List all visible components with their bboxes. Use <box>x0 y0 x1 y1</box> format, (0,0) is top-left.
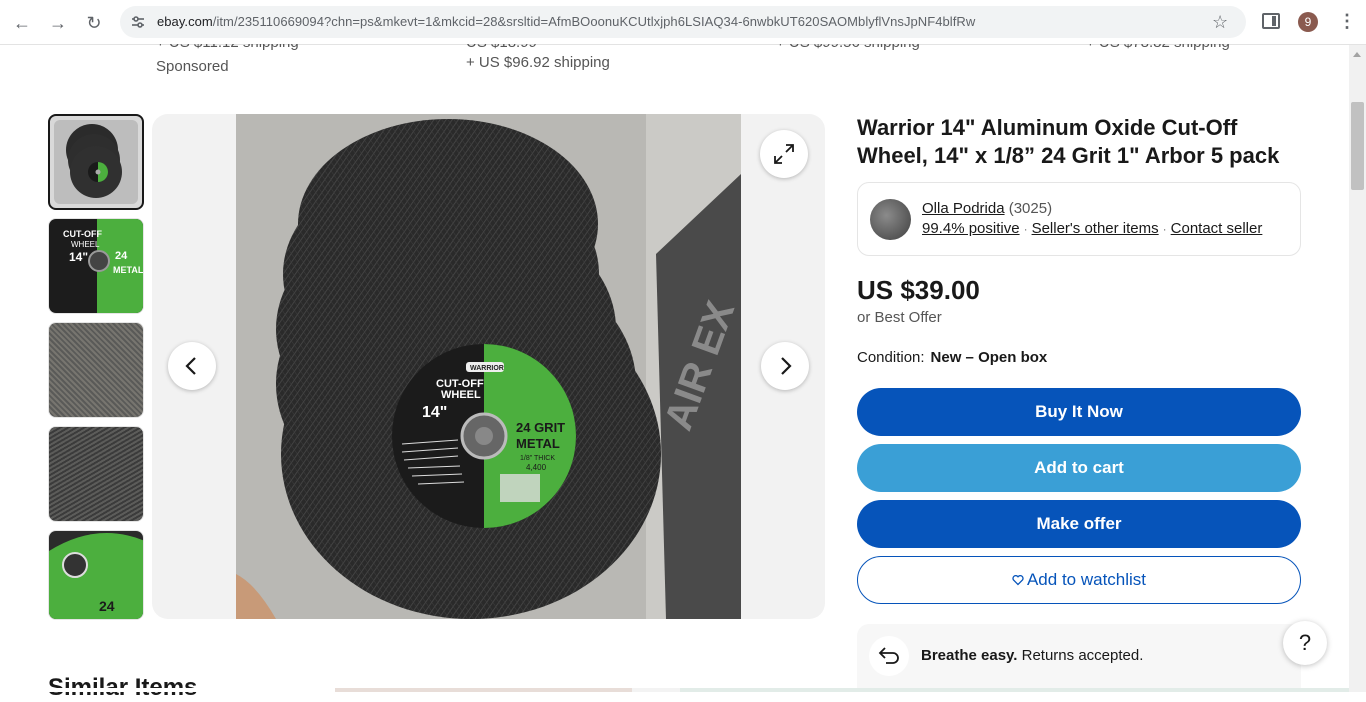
heart-icon <box>1012 575 1024 586</box>
next-image-button[interactable] <box>761 342 809 390</box>
add-to-watchlist-button[interactable]: Add to watchlist <box>857 556 1301 604</box>
price: US $39.00 <box>857 275 980 305</box>
carousel-item-2-shipping: + US $96.92 shipping <box>466 54 610 71</box>
fullscreen-button[interactable] <box>760 130 808 178</box>
seller-avatar[interactable] <box>870 199 911 240</box>
contact-seller-link[interactable]: Contact seller <box>1171 220 1263 237</box>
similar-items-strip <box>0 688 1349 692</box>
returns-text: Breathe easy. Returns accepted. <box>921 647 1144 664</box>
seller-links: 99.4% positive · Seller's other items · Cont… <box>922 220 1262 237</box>
thumbnail-3[interactable] <box>48 322 144 418</box>
url-text: ebay.com/itm/235110669094?chn=ps&mkevt=1… <box>157 14 976 29</box>
carousel-item-1-sponsored: Sponsored <box>156 58 229 75</box>
product-photo: AIR EX WARRIOR CUT-OFF WHEEL 14" 24 GRIT <box>236 114 741 619</box>
svg-text:METAL: METAL <box>113 265 144 275</box>
help-button[interactable]: ? <box>1283 621 1327 665</box>
browser-menu-icon[interactable]: ⋮ <box>1338 11 1356 32</box>
watchlist-label: Add to watchlist <box>1026 570 1147 589</box>
thumbnail-2[interactable]: CUT-OFF WHEEL 14" 24 METAL <box>48 218 144 314</box>
best-offer-text: or Best Offer <box>857 309 942 326</box>
back-icon[interactable]: ← <box>10 11 34 35</box>
label-grit: 24 GRIT <box>516 420 565 435</box>
condition-value: New – Open box <box>930 349 1048 366</box>
bookmark-star-icon[interactable]: ☆ <box>1212 12 1228 33</box>
add-to-cart-button[interactable]: Add to cart <box>857 444 1301 492</box>
condition-label: Condition: <box>857 349 925 366</box>
chevron-right-icon <box>781 357 792 375</box>
label-thick: 1/8" THICK <box>520 455 555 462</box>
separator-dot: · <box>1162 222 1167 236</box>
label-rpm: 4,400 <box>526 463 547 472</box>
label-wheel: WHEEL <box>441 389 481 401</box>
reload-icon[interactable]: ↻ <box>82 11 106 35</box>
seller-card: Olla Podrida (3025) 99.4% positive · Selle… <box>857 182 1301 256</box>
label-metal: METAL <box>516 436 560 451</box>
seller-positive-link[interactable]: 99.4% positive <box>922 220 1020 237</box>
returns-info: Breathe easy. Returns accepted. <box>857 624 1301 692</box>
product-title: Warrior 14" Aluminum Oxide Cut-Off Wheel… <box>857 115 1280 168</box>
condition: Condition: New – Open box <box>857 349 1047 366</box>
chevron-left-icon <box>185 357 196 375</box>
svg-text:14": 14" <box>69 250 88 264</box>
profile-avatar[interactable]: 9 <box>1298 12 1318 32</box>
seller-name-link[interactable]: Olla Podrida <box>922 200 1005 217</box>
svg-text:24: 24 <box>115 250 128 262</box>
forward-icon[interactable]: → <box>46 11 70 35</box>
seller-feedback-count: (3025) <box>1008 200 1053 217</box>
address-bar[interactable]: ebay.com/itm/235110669094?chn=ps&mkevt=1… <box>120 6 1246 38</box>
svg-text:CUT-OFF: CUT-OFF <box>63 229 102 239</box>
main-image-viewer[interactable]: AIR EX WARRIOR CUT-OFF WHEEL 14" 24 GRIT <box>152 114 825 619</box>
label-size: 14" <box>422 404 447 421</box>
buy-it-now-button[interactable]: Buy It Now <box>857 388 1301 436</box>
side-panel-icon[interactable] <box>1262 13 1280 29</box>
thumbnail-1[interactable] <box>48 114 144 210</box>
scrollbar-thumb[interactable] <box>1351 102 1364 190</box>
thumbnail-5[interactable]: 24 <box>48 530 144 620</box>
separator-dot: · <box>1023 222 1028 236</box>
make-offer-button[interactable]: Make offer <box>857 500 1301 548</box>
previous-image-button[interactable] <box>168 342 216 390</box>
expand-icon <box>774 144 794 164</box>
browser-toolbar: ← → ↻ ebay.com/itm/235110669094?chn=ps&m… <box>0 0 1366 45</box>
label-brand: WARRIOR <box>470 365 504 372</box>
thumbnail-4[interactable] <box>48 426 144 522</box>
scroll-up-arrow-icon[interactable] <box>1353 52 1361 57</box>
seller-other-items-link[interactable]: Seller's other items <box>1032 220 1159 237</box>
return-arrow-icon <box>869 636 909 676</box>
svg-text:24: 24 <box>99 598 115 614</box>
svg-text:WHEEL: WHEEL <box>71 240 100 249</box>
site-info-icon[interactable] <box>130 14 146 30</box>
seller-name-line: Olla Podrida (3025) <box>922 200 1052 217</box>
